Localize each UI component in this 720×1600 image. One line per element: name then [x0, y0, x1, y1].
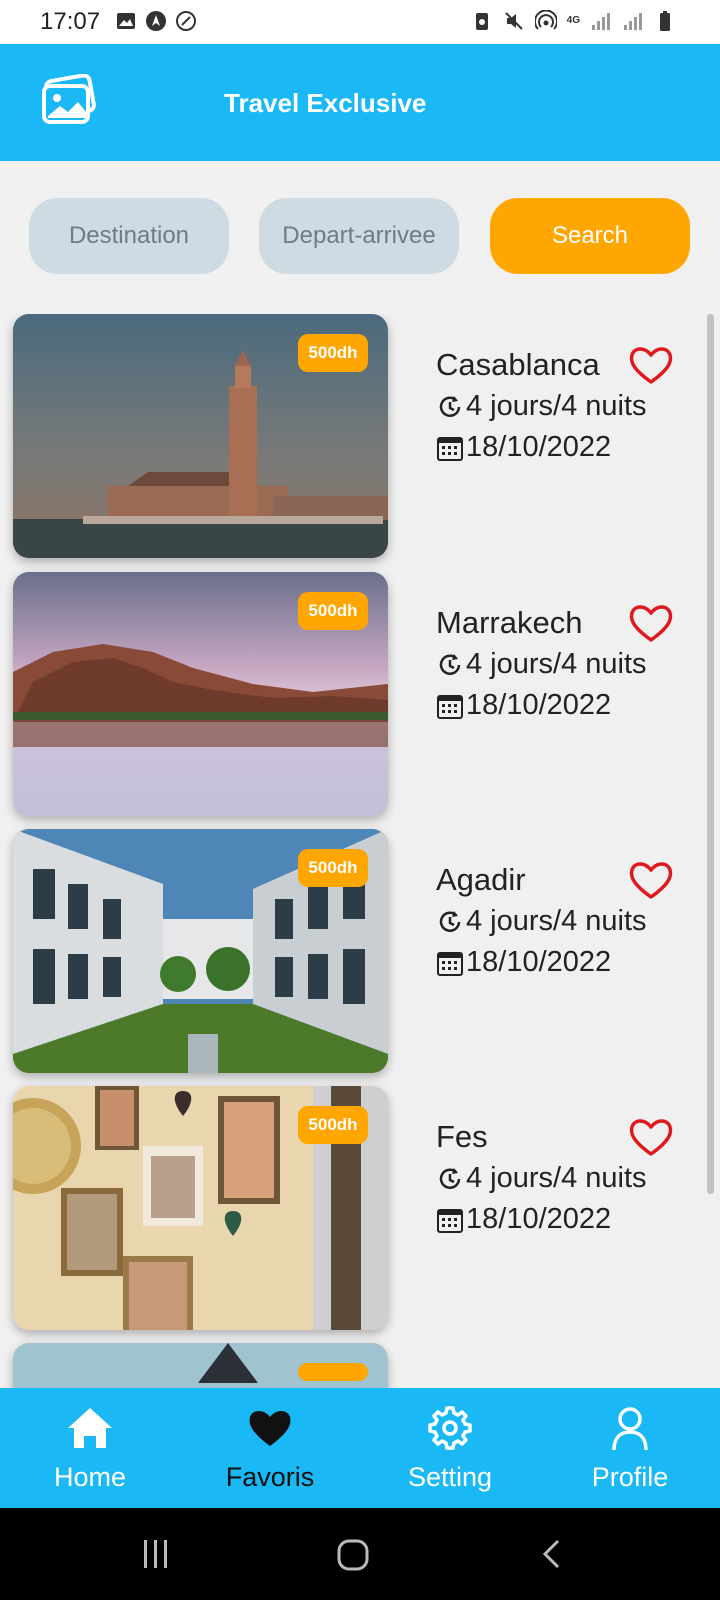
bottom-navigation: Home Favoris Setting Profile [0, 1388, 720, 1508]
calendar-icon [437, 1208, 463, 1233]
nav-home[interactable]: Home [0, 1388, 180, 1508]
trip-image[interactable]: 500dh [13, 829, 388, 1073]
status-bar: 17:07 4G [0, 0, 720, 44]
trip-card[interactable] [0, 1343, 720, 1388]
history-icon [439, 1167, 461, 1189]
trip-date-row: 18/10/2022 [436, 942, 706, 983]
hotspot-icon [534, 10, 557, 30]
trip-duration-row: 4 jours/4 nuits [436, 386, 706, 427]
trip-duration: 4 jours/4 nuits [466, 390, 647, 422]
search-button[interactable]: Search [490, 198, 690, 274]
history-icon [439, 395, 461, 417]
heart-icon[interactable] [628, 859, 674, 901]
app-title: Travel Exclusive [224, 88, 427, 118]
trip-date: 18/10/2022 [466, 1203, 612, 1235]
heart-icon[interactable] [628, 1116, 674, 1158]
heart-icon [249, 1410, 291, 1446]
signal-icon [624, 13, 642, 30]
nav-home-label: Home [53, 1462, 127, 1492]
trip-date-row: 18/10/2022 [436, 427, 706, 468]
battery-saver-icon [475, 13, 488, 30]
battery-icon [660, 11, 670, 31]
calendar-icon [437, 694, 463, 719]
scrollbar[interactable] [707, 314, 714, 1194]
home-icon [68, 1408, 112, 1448]
mute-icon [504, 12, 523, 30]
home-button-icon[interactable] [336, 1538, 370, 1572]
price-badge: 500dh [298, 592, 368, 630]
calendar-icon [437, 951, 463, 976]
app-bar: Travel Exclusive [0, 44, 720, 161]
price-badge [298, 1363, 368, 1381]
trip-info: Fes 4 jours/4 nuits 18/10/2022 [436, 1116, 706, 1240]
trip-info: Agadir 4 jours/4 nuits 18/10/2022 [436, 859, 706, 983]
trip-date: 18/10/2022 [466, 689, 612, 721]
trip-duration: 4 jours/4 nuits [466, 905, 647, 937]
trip-card[interactable]: 500dh Fes 4 jours/4 nuits 18/10/2022 [0, 1086, 720, 1330]
heart-icon[interactable] [628, 602, 674, 644]
image-icon [117, 13, 135, 29]
price-badge: 500dh [298, 849, 368, 887]
history-icon [439, 653, 461, 675]
history-icon [439, 910, 461, 932]
navigation-icon [146, 11, 166, 31]
status-time: 17:07 [40, 8, 101, 35]
depart-arrivee-input[interactable]: Depart-arrivee [259, 198, 459, 274]
trip-duration-row: 4 jours/4 nuits [436, 644, 706, 685]
price-badge: 500dh [298, 1106, 368, 1144]
trip-duration: 4 jours/4 nuits [466, 648, 647, 680]
trip-image[interactable] [13, 1343, 388, 1388]
nav-profile-label: Profile [591, 1462, 669, 1492]
nav-favoris[interactable]: Favoris [180, 1388, 360, 1508]
recent-apps-icon[interactable] [140, 1538, 172, 1570]
destination-input[interactable]: Destination [29, 198, 229, 274]
trip-card[interactable]: 500dh Casablanca 4 jours/4 nuits 18/10/2… [0, 314, 720, 558]
trip-date: 18/10/2022 [466, 431, 612, 463]
trip-date-row: 18/10/2022 [436, 685, 706, 726]
nav-profile[interactable]: Profile [540, 1388, 720, 1508]
trip-info: Marrakech 4 jours/4 nuits 18/10/2022 [436, 602, 706, 726]
nav-favoris-label: Favoris [225, 1462, 315, 1492]
user-icon [612, 1407, 648, 1451]
photos-icon [42, 74, 96, 124]
search-row: Destination Depart-arrivee Search [0, 198, 720, 274]
price-badge: 500dh [298, 334, 368, 372]
system-navigation-bar [0, 1508, 720, 1600]
trip-date-row: 18/10/2022 [436, 1199, 706, 1240]
gear-icon [428, 1406, 472, 1450]
back-icon[interactable] [538, 1538, 566, 1570]
trip-image[interactable]: 500dh [13, 1086, 388, 1330]
heart-icon[interactable] [628, 344, 674, 386]
trip-duration-row: 4 jours/4 nuits [436, 1158, 706, 1199]
trip-duration-row: 4 jours/4 nuits [436, 901, 706, 942]
trip-list[interactable]: 500dh Casablanca 4 jours/4 nuits 18/10/2… [0, 314, 720, 1388]
nav-setting[interactable]: Setting [360, 1388, 540, 1508]
signal-icon [592, 13, 610, 30]
trip-card[interactable]: 500dh Agadir 4 jours/4 nuits 18/10/2022 [0, 829, 720, 1073]
cast-icon [176, 11, 196, 31]
trip-date: 18/10/2022 [466, 946, 612, 978]
trip-card[interactable]: 500dh Marrakech 4 jours/4 nuits 18/10/20… [0, 572, 720, 816]
trip-image[interactable]: 500dh [13, 314, 388, 558]
nav-setting-label: Setting [407, 1462, 493, 1492]
4g-icon: 4G [566, 15, 580, 26]
trip-info: Casablanca 4 jours/4 nuits 18/10/2022 [436, 344, 706, 468]
trip-image[interactable]: 500dh [13, 572, 388, 816]
calendar-icon [437, 436, 463, 461]
trip-duration: 4 jours/4 nuits [466, 1162, 647, 1194]
